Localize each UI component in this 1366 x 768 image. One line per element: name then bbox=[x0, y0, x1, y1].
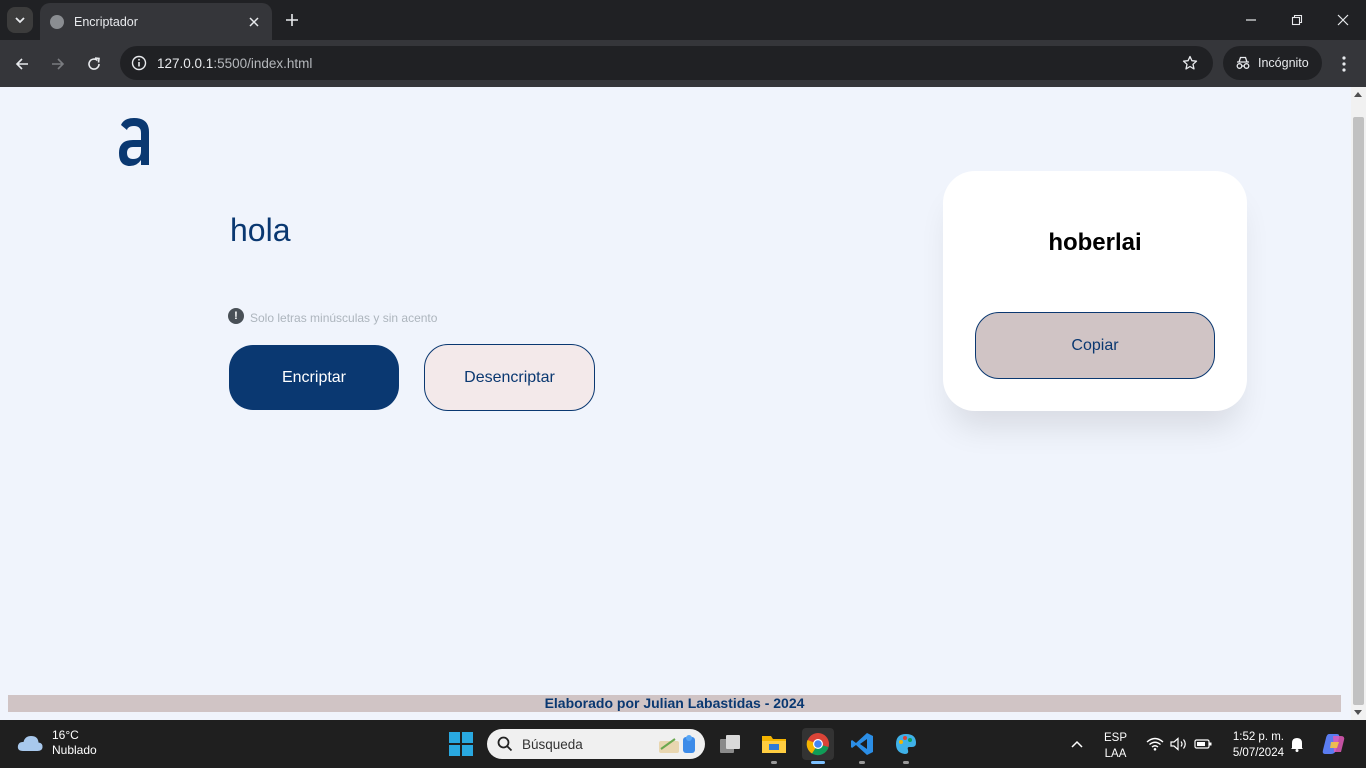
plus-icon bbox=[286, 14, 298, 26]
network-button[interactable] bbox=[1146, 720, 1164, 768]
footer: Elaborado por Julian Labastidas - 2024 bbox=[8, 695, 1341, 712]
battery-button[interactable] bbox=[1194, 720, 1212, 768]
browser-tab[interactable]: Encriptador bbox=[40, 3, 272, 40]
incognito-label: Incógnito bbox=[1258, 56, 1309, 70]
copy-button[interactable]: Copiar bbox=[975, 312, 1215, 379]
close-icon bbox=[1337, 14, 1349, 26]
running-indicator bbox=[771, 761, 777, 764]
scroll-up-arrow-icon[interactable] bbox=[1354, 92, 1362, 97]
exclamation-icon: ! bbox=[228, 308, 244, 324]
clock-date: 5/07/2024 bbox=[1232, 747, 1284, 759]
windows-logo-tile bbox=[449, 745, 460, 756]
search-placeholder: Búsqueda bbox=[522, 736, 583, 752]
active-indicator bbox=[811, 761, 825, 764]
url-path: :5500/index.html bbox=[213, 55, 313, 71]
vscode-button[interactable] bbox=[846, 728, 878, 764]
new-tab-button[interactable] bbox=[282, 10, 302, 30]
input-textarea[interactable]: hola bbox=[230, 212, 291, 249]
windows-logo-tile bbox=[449, 732, 460, 743]
browser-menu-button[interactable] bbox=[1333, 52, 1355, 76]
url-text: 127.0.0.1:5500/index.html bbox=[157, 56, 1173, 71]
restore-icon bbox=[1291, 14, 1303, 26]
windows-logo-tile bbox=[462, 732, 473, 743]
star-icon bbox=[1182, 55, 1198, 70]
scroll-thumb[interactable] bbox=[1353, 117, 1364, 705]
decrypt-button[interactable]: Desencriptar bbox=[424, 344, 595, 411]
encrypt-button[interactable]: Encriptar bbox=[229, 345, 399, 410]
tab-close-button[interactable] bbox=[246, 14, 262, 30]
globe-icon bbox=[50, 14, 64, 29]
result-card: hoberlai Copiar bbox=[943, 171, 1247, 411]
reload-button[interactable] bbox=[82, 52, 106, 76]
chevron-up-icon bbox=[1071, 740, 1083, 748]
info-icon bbox=[131, 55, 147, 71]
more-vertical-icon bbox=[1342, 56, 1346, 72]
tab-search-button[interactable] bbox=[7, 7, 33, 33]
tab-strip: Encriptador bbox=[0, 0, 1366, 40]
battery-icon bbox=[1194, 739, 1212, 749]
scrollbar[interactable] bbox=[1351, 87, 1366, 720]
reload-icon bbox=[88, 57, 100, 70]
search-highlight-icon bbox=[659, 735, 695, 753]
weather-temp: 16°C bbox=[52, 728, 79, 742]
weather-desc: Nublado bbox=[52, 743, 97, 757]
taskbar-search[interactable]: Búsqueda bbox=[487, 729, 705, 759]
notifications-button[interactable] bbox=[1290, 720, 1304, 768]
hint-text: Solo letras minúsculas y sin acento bbox=[250, 311, 438, 325]
forward-button[interactable] bbox=[46, 52, 70, 76]
minimize-button[interactable] bbox=[1228, 0, 1274, 40]
close-icon bbox=[249, 16, 259, 27]
palette-icon bbox=[896, 734, 916, 754]
chrome-button[interactable] bbox=[802, 728, 834, 764]
scroll-down-arrow-icon[interactable] bbox=[1354, 710, 1362, 715]
weather-widget[interactable]: 16°C Nublado bbox=[16, 728, 97, 758]
speaker-icon bbox=[1170, 737, 1186, 751]
task-view-icon bbox=[720, 735, 740, 753]
running-indicator bbox=[859, 761, 865, 764]
taskbar: 16°C Nublado Búsqueda ESP LAA 1:52 p. m.… bbox=[0, 720, 1366, 768]
chrome-icon bbox=[806, 733, 829, 756]
bookmark-button[interactable] bbox=[1173, 46, 1207, 80]
browser-toolbar: 127.0.0.1:5500/index.html Incógnito bbox=[0, 40, 1366, 87]
bell-icon bbox=[1291, 738, 1303, 752]
logo bbox=[119, 118, 149, 166]
arrow-left-icon bbox=[15, 58, 28, 70]
address-bar[interactable]: 127.0.0.1:5500/index.html bbox=[120, 46, 1213, 80]
paint-button[interactable] bbox=[890, 728, 922, 764]
incognito-button[interactable]: Incógnito bbox=[1223, 46, 1322, 80]
result-text: hoberlai bbox=[1048, 229, 1142, 256]
search-icon bbox=[497, 736, 513, 752]
page-viewport: hola ! Solo letras minúsculas y sin acen… bbox=[0, 87, 1366, 720]
language-indicator[interactable]: ESP LAA bbox=[1104, 730, 1127, 762]
back-button[interactable] bbox=[10, 52, 34, 76]
url-host: 127.0.0.1 bbox=[157, 55, 214, 71]
tab-title: Encriptador bbox=[74, 14, 138, 29]
running-indicator bbox=[903, 761, 909, 764]
chevron-down-icon bbox=[15, 17, 25, 24]
site-info-button[interactable] bbox=[122, 46, 156, 80]
windows-logo-tile bbox=[462, 745, 473, 756]
clock-time: 1:52 p. m. bbox=[1232, 731, 1284, 743]
copilot-button[interactable] bbox=[1321, 720, 1347, 768]
hint: ! Solo letras minúsculas y sin acento bbox=[228, 307, 437, 325]
task-view-button[interactable] bbox=[714, 728, 746, 760]
arrow-right-icon bbox=[52, 58, 65, 70]
folder-icon bbox=[762, 736, 786, 753]
restore-button[interactable] bbox=[1274, 0, 1320, 40]
wifi-icon bbox=[1146, 737, 1164, 751]
window-close-button[interactable] bbox=[1320, 0, 1366, 40]
file-explorer-button[interactable] bbox=[758, 728, 790, 764]
weather-text: 16°C Nublado bbox=[52, 728, 97, 758]
volume-button[interactable] bbox=[1170, 720, 1188, 768]
start-button[interactable] bbox=[449, 732, 473, 756]
cloud-icon bbox=[17, 736, 43, 751]
incognito-icon bbox=[1236, 56, 1250, 69]
vscode-icon bbox=[851, 733, 873, 755]
minimize-icon bbox=[1246, 19, 1256, 21]
keyboard-layout: LAA bbox=[1104, 748, 1127, 760]
copilot-icon bbox=[1322, 734, 1345, 754]
clock[interactable]: 1:52 p. m. 5/07/2024 bbox=[1224, 729, 1284, 761]
show-hidden-icons-button[interactable] bbox=[1070, 720, 1084, 768]
language-code: ESP bbox=[1104, 732, 1128, 744]
